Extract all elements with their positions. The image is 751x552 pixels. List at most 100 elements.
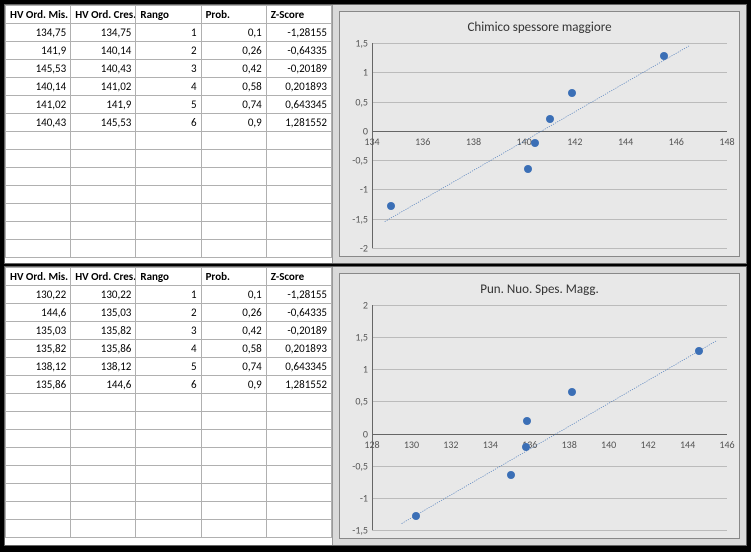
cell-empty [6,168,71,186]
cell-empty [71,204,136,222]
data-point [507,471,515,479]
data-point [568,388,576,396]
x-tick-label: 138 [466,135,481,148]
data-point [523,417,531,425]
cell-empty [71,132,136,150]
y-tick-label: -1 [360,491,372,504]
cell: 1,281552 [266,114,331,132]
cell: 141,9 [71,96,136,114]
cell-empty [266,430,331,448]
y-tick-label: -1 [360,183,372,196]
cell: 1 [136,24,201,42]
cell-empty [201,204,266,222]
cell: 0,1 [201,24,266,42]
cell-empty [266,132,331,150]
y-tick-label: -0,5 [352,154,372,167]
cell: 140,43 [6,114,71,132]
x-tick-label: 138 [562,438,577,451]
x-tick-label: 140 [517,135,532,148]
cell: 0,74 [201,358,266,376]
x-tick-label: 128 [364,438,379,451]
cell: 135,86 [6,376,71,394]
y-tick-label: 1 [363,66,372,79]
col-header: Rango [136,268,201,286]
cell: 2 [136,304,201,322]
cell: -0,20189 [266,322,331,340]
cell-empty [136,204,201,222]
y-tick-label: 1,5 [355,331,372,344]
x-tick-label: 140 [601,438,616,451]
cell: 5 [136,96,201,114]
data-table: HV Ord. Mis.HV Ord. Cres.RangoProb.Z-Sco… [5,5,332,258]
cell: 135,82 [6,340,71,358]
table-wrap: HV Ord. Mis.HV Ord. Cres.RangoProb.Z-Sco… [5,5,333,263]
chart-frame: Pun. Nuo. Spes. Magg.-1,5-1-0,500,511,52… [339,273,740,539]
col-header: HV Ord. Mis. [6,268,71,286]
cell: 144,6 [71,376,136,394]
cell-empty [201,132,266,150]
data-point [522,443,530,451]
cell: 0,9 [201,114,266,132]
cell: 0,643345 [266,96,331,114]
cell: 6 [136,114,201,132]
data-point [524,165,532,173]
col-header: Prob. [201,268,266,286]
cell-empty [266,222,331,240]
cell: 135,86 [71,340,136,358]
cell-empty [201,502,266,520]
cell-empty [71,466,136,484]
cell-empty [201,466,266,484]
cell: 134,75 [71,24,136,42]
cell-empty [6,132,71,150]
cell-empty [71,168,136,186]
cell-empty [266,394,331,412]
data-point [695,347,703,355]
cell: 138,12 [71,358,136,376]
cell: 138,12 [6,358,71,376]
cell-empty [6,412,71,430]
data-point [412,512,420,520]
cell: 135,82 [71,322,136,340]
x-tick-label: 132 [443,438,458,451]
cell: -1,28155 [266,24,331,42]
cell: 145,53 [71,114,136,132]
cell-empty [6,204,71,222]
cell-empty [6,448,71,466]
col-header: Rango [136,6,201,24]
cell-empty [136,502,201,520]
cell: 4 [136,340,201,358]
cell-empty [136,466,201,484]
y-tick-label: 1,5 [355,37,372,50]
x-tick-label: 144 [618,135,633,148]
cell-empty [71,222,136,240]
cell-empty [6,240,71,258]
cell: 0,1 [201,286,266,304]
cell: 0,26 [201,42,266,60]
x-tick-label: 134 [483,438,498,451]
cell-empty [71,150,136,168]
x-tick-label: 142 [567,135,582,148]
cell-empty [136,168,201,186]
cell-empty [266,484,331,502]
cell: 1 [136,286,201,304]
data-point [660,52,668,60]
cell-empty [6,502,71,520]
cell-empty [6,520,71,538]
cell-empty [6,394,71,412]
cell: 1,281552 [266,376,331,394]
cell: 0,201893 [266,78,331,96]
cell-empty [136,484,201,502]
cell-empty [71,520,136,538]
x-tick-label: 142 [641,438,656,451]
data-table: HV Ord. Mis.HV Ord. Cres.RangoProb.Z-Sco… [5,267,332,538]
x-tick-label: 146 [719,438,734,451]
y-tick-label: -1,5 [352,524,372,537]
cell: 130,22 [6,286,71,304]
cell-empty [6,484,71,502]
data-point [546,115,554,123]
cell-empty [266,150,331,168]
col-header: Prob. [201,6,266,24]
cell-empty [136,150,201,168]
cell: 3 [136,60,201,78]
cell: 135,03 [71,304,136,322]
